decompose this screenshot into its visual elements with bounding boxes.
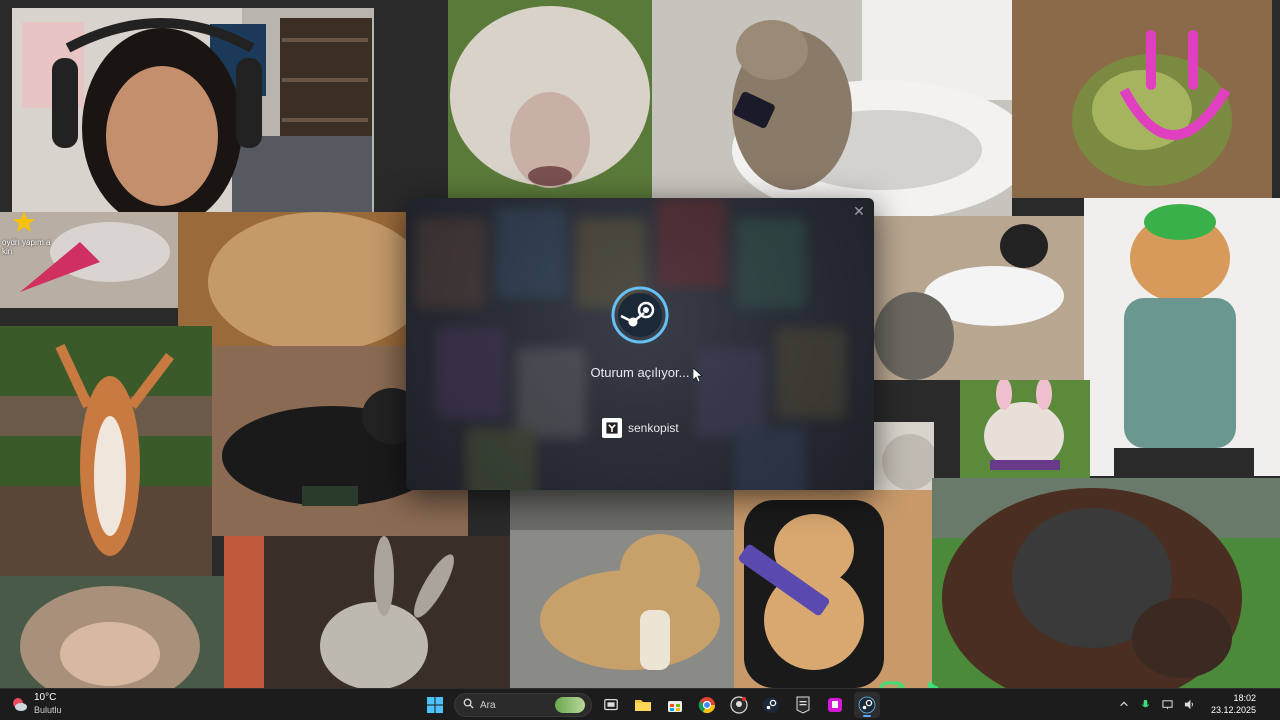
cat-shirt-tile <box>1084 198 1280 476</box>
task-view-icon[interactable] <box>598 692 624 718</box>
microphone-icon[interactable] <box>1139 697 1153 711</box>
steam-login-dialog: ✕ Oturum açılıyor... senkopist <box>406 198 874 490</box>
taskbar: 10°C Bulutlu Ara 18:02 23.12.2025 <box>0 688 1280 720</box>
avatar <box>602 418 622 438</box>
weather-icon <box>10 695 28 713</box>
taskbar-apps: Ara <box>422 692 880 718</box>
epic-games-icon[interactable] <box>790 692 816 718</box>
account-name: senkopist <box>628 421 679 435</box>
notification-icon[interactable] <box>1264 697 1272 711</box>
frog-tile <box>1012 0 1272 198</box>
webcam-tile <box>12 8 374 212</box>
monkey-tile <box>0 576 224 688</box>
fan-tile <box>874 422 934 492</box>
store-icon[interactable] <box>662 692 688 718</box>
file-explorer-icon[interactable] <box>630 692 656 718</box>
weather-condition: Bulutlu <box>34 705 62 715</box>
display-icon[interactable] <box>1161 697 1175 711</box>
steam-active-icon[interactable] <box>854 692 880 718</box>
github-icon[interactable] <box>726 692 752 718</box>
system-tray: 18:02 23.12.2025 <box>1117 692 1272 716</box>
star-caption: oydrı yapım a kin <box>2 238 51 256</box>
bulldog-tile <box>960 380 1090 478</box>
close-button[interactable]: ✕ <box>850 202 868 220</box>
cats-fighting-tile <box>874 216 1084 380</box>
windows-start-icon[interactable] <box>422 692 448 718</box>
desktop-wallpaper: oydrı yapım a kin ✕ Oturum açılıyor... s… <box>0 0 1280 688</box>
cat-sitting-tile <box>178 212 408 346</box>
search-input[interactable]: Ara <box>454 693 592 717</box>
weather-widget[interactable]: 10°C Bulutlu <box>10 692 62 716</box>
squirrel-tile <box>0 326 212 576</box>
gamer-cat-tile <box>734 490 934 688</box>
clock[interactable]: 18:02 23.12.2025 <box>1211 692 1256 716</box>
clock-time: 18:02 <box>1233 693 1256 703</box>
clock-date: 23.12.2025 <box>1210 705 1256 715</box>
signing-in-status: Oturum açılıyor... <box>590 365 690 380</box>
steam-icon[interactable] <box>758 692 784 718</box>
twitch-icon[interactable] <box>822 692 848 718</box>
speaker-icon[interactable] <box>1183 697 1197 711</box>
weather-temperature: 10°C <box>34 692 57 703</box>
donkey-tile <box>224 536 510 688</box>
steam-logo-icon <box>611 286 669 344</box>
chrome-icon[interactable] <box>694 692 720 718</box>
cat-toilet-tile <box>652 0 1012 216</box>
search-icon <box>463 696 474 714</box>
search-placeholder: Ara <box>480 699 496 711</box>
orangutan-tile <box>932 478 1280 688</box>
search-highlight-icon <box>555 697 585 713</box>
star-icon <box>12 210 36 234</box>
account-row: senkopist <box>602 418 679 438</box>
mouse-cursor-icon <box>692 367 703 383</box>
sheep-tile <box>448 0 652 198</box>
chevron-up-icon[interactable] <box>1117 697 1131 711</box>
dog-tile <box>510 490 734 688</box>
